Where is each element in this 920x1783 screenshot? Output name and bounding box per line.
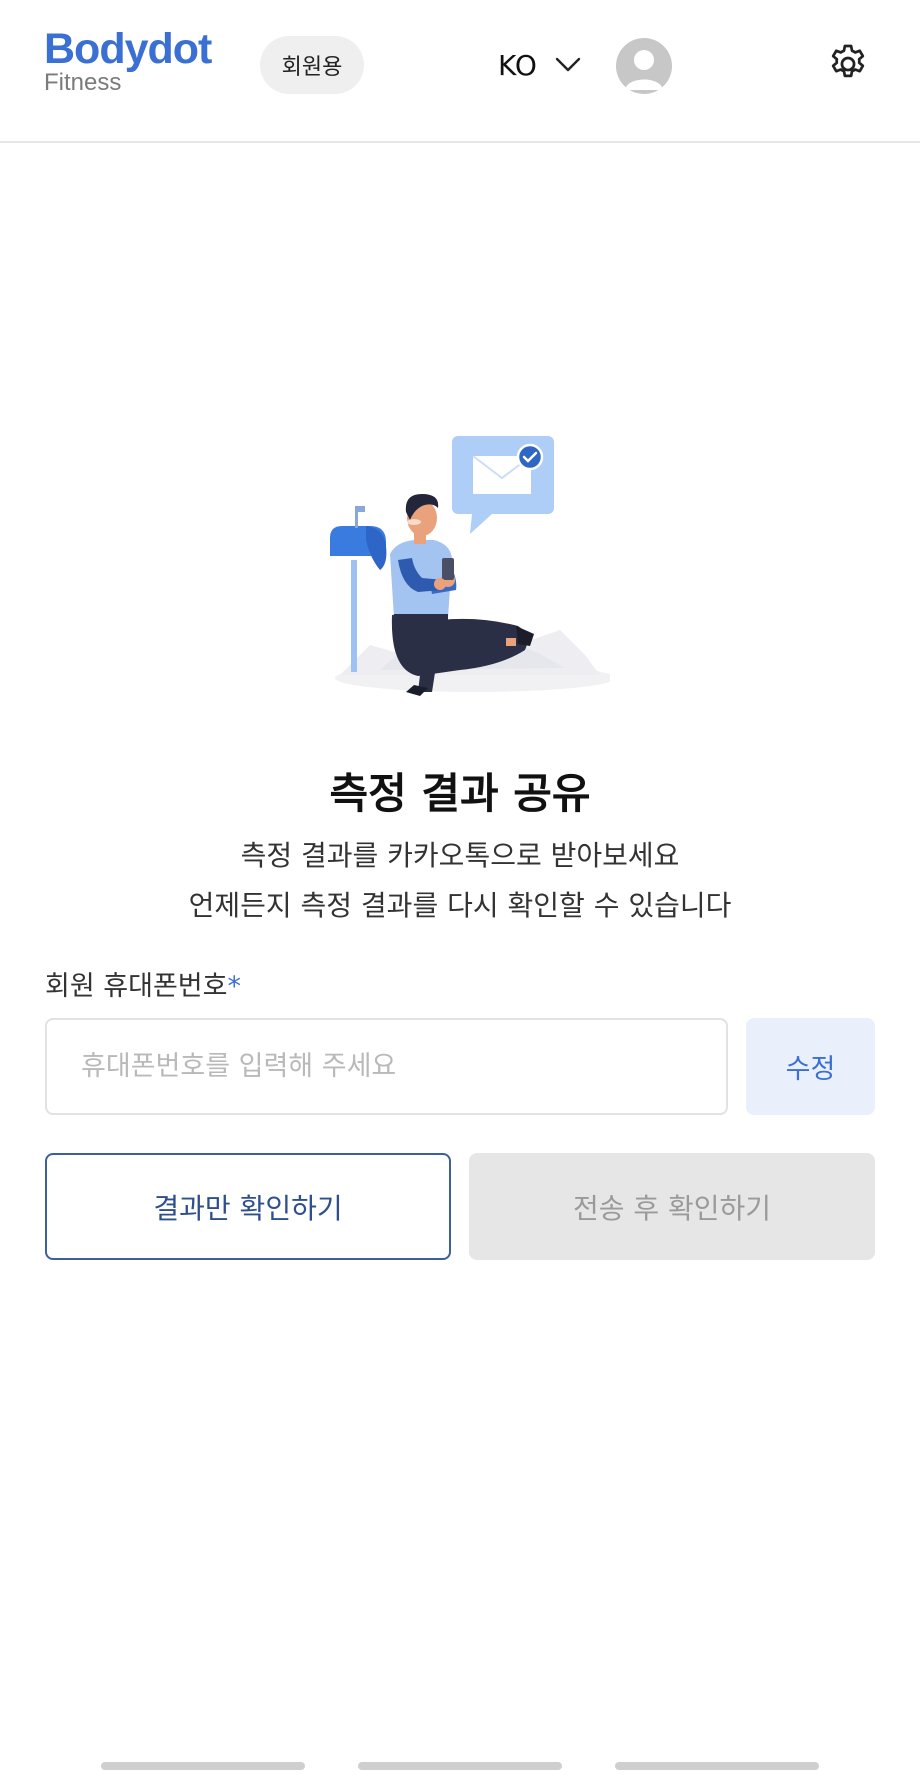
phone-field-label: 회원 휴대폰번호* <box>45 964 241 1003</box>
send-and-view-button[interactable]: 전송 후 확인하기 <box>469 1153 875 1260</box>
avatar-icon[interactable] <box>616 38 672 94</box>
bodydot-logo[interactable]: Bodydot Fitness <box>44 25 212 96</box>
phone-label-text: 회원 휴대폰번호 <box>45 971 228 1002</box>
page-title: 측정 결과 공유 <box>329 769 591 818</box>
app-header: Bodydot Fitness 회원용 KO <box>0 0 920 143</box>
required-mark: * <box>227 971 241 1002</box>
page: Bodydot Fitness 회원용 KO 측정 결과 공유 측정 결과를 카… <box>0 0 920 1783</box>
gear-icon[interactable] <box>826 42 870 86</box>
edit-button[interactable]: 수정 <box>746 1018 875 1115</box>
system-nav-bar <box>101 1762 305 1770</box>
language-label: KO <box>498 48 537 82</box>
description-line-2: 언제든지 측정 결과를 다시 확인할 수 있습니다 <box>188 889 732 922</box>
system-nav-bar <box>615 1762 819 1770</box>
view-result-button[interactable]: 결과만 확인하기 <box>45 1153 451 1260</box>
phone-input[interactable] <box>45 1018 728 1115</box>
member-mode-badge[interactable]: 회원용 <box>260 36 364 94</box>
avatar-silhouette <box>625 50 663 90</box>
system-nav-bar <box>358 1762 562 1770</box>
logo-main-text: Bodydot <box>44 25 212 73</box>
share-illustration <box>330 436 610 696</box>
language-selector[interactable]: KO <box>498 40 581 90</box>
logo-sub-text: Fitness <box>44 69 122 96</box>
description-line-1: 측정 결과를 카카오톡으로 받아보세요 <box>240 839 680 872</box>
chevron-down-icon <box>555 57 581 72</box>
